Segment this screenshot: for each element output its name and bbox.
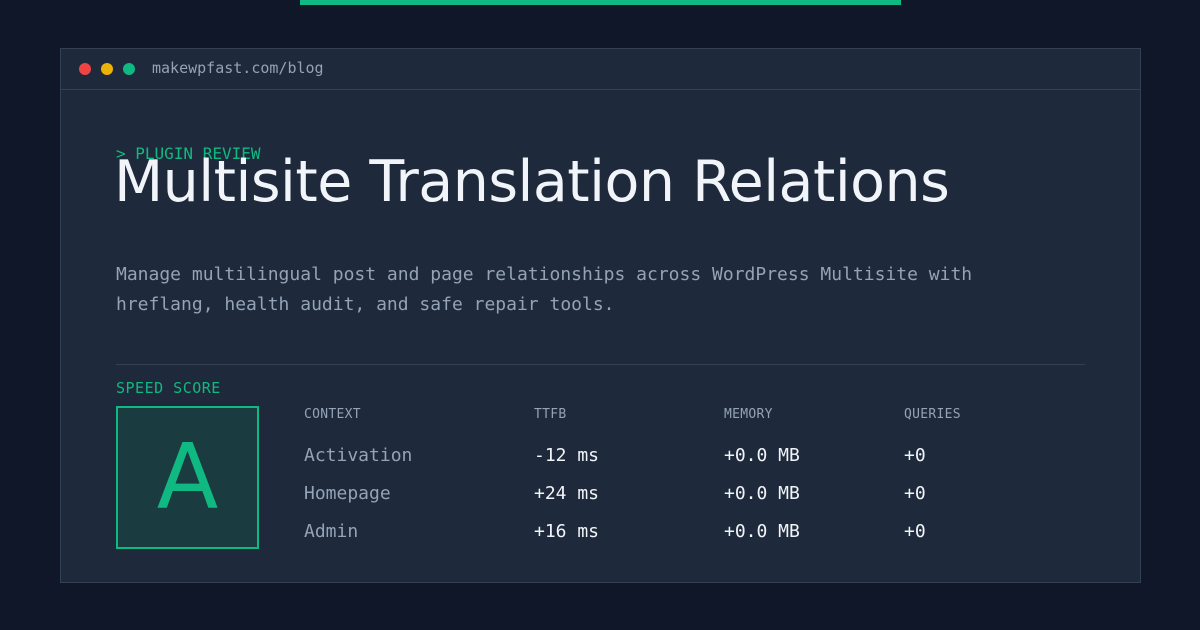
url-text[interactable]: makewpfast.com/blog — [152, 58, 324, 78]
minimize-dot-icon[interactable] — [101, 63, 113, 75]
column-header-memory: MEMORY — [724, 407, 773, 422]
row-memory: +0.0 MB — [724, 521, 800, 542]
row-ttfb: -12 ms — [534, 445, 600, 466]
section-divider — [116, 364, 1085, 365]
row-memory: +0.0 MB — [724, 445, 800, 466]
close-dot-icon[interactable] — [79, 63, 91, 75]
row-ttfb: +16 ms — [534, 521, 600, 542]
maximize-dot-icon[interactable] — [123, 63, 135, 75]
page-description: Manage multilingual post and page relati… — [116, 264, 973, 315]
speed-score-badge: A — [116, 406, 259, 549]
column-header-queries: QUERIES — [904, 407, 961, 422]
row-queries: +0 — [904, 521, 926, 542]
row-ttfb: +24 ms — [534, 483, 600, 504]
row-queries: +0 — [904, 483, 926, 504]
column-header-context: CONTEXT — [304, 407, 361, 422]
row-context: Activation — [304, 445, 413, 466]
column-header-ttfb: TTFB — [534, 407, 567, 422]
top-accent-bar — [300, 0, 901, 5]
speed-score-grade: A — [156, 425, 219, 530]
row-context: Homepage — [304, 483, 391, 504]
row-memory: +0.0 MB — [724, 483, 800, 504]
row-queries: +0 — [904, 445, 926, 466]
page-title: Multisite Translation Relations — [114, 149, 950, 215]
browser-window: makewpfast.com/blog > PLUGIN REVIEW Mult… — [60, 48, 1141, 583]
row-context: Admin — [304, 521, 359, 542]
speed-score-label: SPEED SCORE — [116, 379, 221, 397]
window-titlebar: makewpfast.com/blog — [61, 49, 1140, 90]
